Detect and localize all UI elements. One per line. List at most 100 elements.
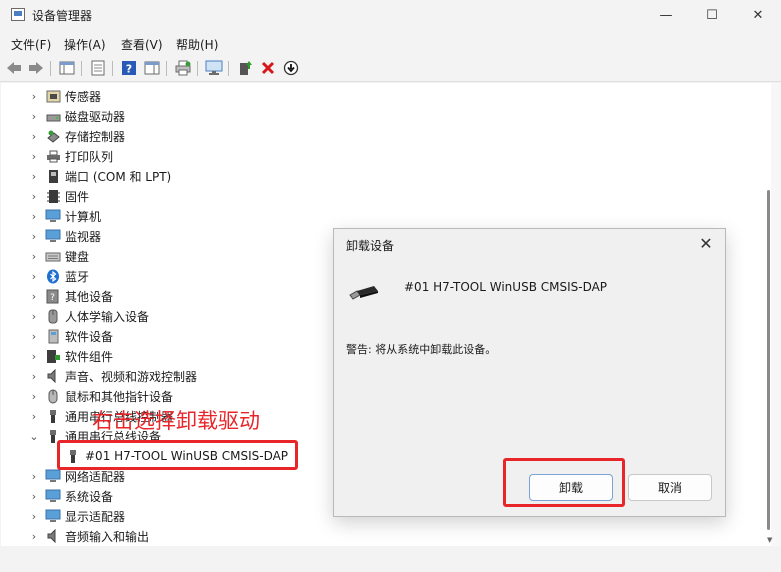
chevron-right-icon[interactable]: › (29, 290, 39, 303)
tree-item-label: 端口 (COM 和 LPT) (65, 169, 172, 184)
chevron-right-icon[interactable]: › (29, 190, 39, 203)
chevron-right-icon[interactable]: › (29, 130, 39, 143)
tree-item-label: 固件 (65, 189, 90, 204)
usb-icon (45, 409, 61, 423)
title-bar: 设备管理器 — ☐ ✕ (0, 0, 781, 30)
toolbar: ? (0, 55, 781, 82)
bluetooth-icon (45, 269, 61, 283)
system-device-icon (45, 489, 61, 503)
update-driver-icon[interactable] (236, 59, 254, 77)
chevron-right-icon[interactable]: › (29, 470, 39, 483)
uninstall-device-icon[interactable] (259, 59, 277, 77)
tree-item-label: 人体学输入设备 (65, 309, 150, 324)
chevron-right-icon[interactable]: › (29, 270, 39, 283)
tree-item-storage-controllers[interactable]: › 存储控制器 (1, 126, 761, 146)
chevron-right-icon[interactable]: › (29, 210, 39, 223)
tree-item-sensors[interactable]: › 传感器 (1, 86, 761, 106)
dialog-title: 卸载设备 (346, 239, 395, 253)
sensor-icon (45, 89, 61, 103)
tree-item-label: 计算机 (65, 209, 102, 224)
tree-scrollbar-track[interactable] (771, 83, 781, 546)
display-adapter-icon (45, 509, 61, 523)
action-pane-icon[interactable] (143, 59, 161, 77)
chevron-right-icon[interactable]: › (29, 170, 39, 183)
tree-item-label: 声音、视频和游戏控制器 (65, 369, 198, 384)
back-arrow-icon[interactable] (5, 59, 23, 77)
print-icon[interactable] (174, 59, 192, 77)
tree-item-disk-drives[interactable]: › 磁盘驱动器 (1, 106, 761, 126)
monitor-icon (45, 229, 61, 243)
network-adapter-icon (45, 469, 61, 483)
tree-item-label: 其他设备 (65, 289, 114, 304)
audio-io-icon (45, 529, 61, 543)
tree-item-label: 鼠标和其他指针设备 (65, 389, 174, 404)
annotation-text: 右击选择卸载驱动 (92, 409, 260, 433)
dialog-warning-text: 警告: 将从系统中卸载此设备。 (346, 343, 497, 356)
tree-item-label: 音频输入和输出 (65, 529, 150, 544)
chevron-right-icon[interactable]: › (29, 150, 39, 163)
show-hide-console-tree-icon[interactable] (58, 59, 76, 77)
chevron-right-icon[interactable]: › (29, 390, 39, 403)
tree-item-label: 存储控制器 (65, 129, 126, 144)
toolbar-separator (228, 61, 229, 76)
tree-item-label: 显示适配器 (65, 509, 126, 524)
tree-item-label: 磁盘驱动器 (65, 109, 126, 124)
disable-device-icon[interactable] (282, 59, 300, 77)
uninstall-button-highlight-box (503, 458, 625, 507)
minimize-button[interactable]: — (643, 0, 689, 30)
tree-item-firmware[interactable]: › 固件 (1, 186, 761, 206)
usb-plug-icon (348, 283, 380, 303)
chevron-right-icon[interactable]: › (29, 90, 39, 103)
chevron-right-icon[interactable]: › (29, 110, 39, 123)
chevron-right-icon[interactable]: › (29, 530, 39, 543)
device-highlight-box (57, 440, 298, 470)
toolbar-separator (50, 61, 51, 76)
menu-file[interactable]: 文件(F) (11, 36, 51, 53)
chevron-right-icon[interactable]: › (29, 370, 39, 383)
tree-item-audio-io[interactable]: › 音频输入和输出 (1, 526, 761, 546)
svg-text:?: ? (50, 293, 55, 303)
chevron-right-icon[interactable]: › (29, 310, 39, 323)
chevron-right-icon[interactable]: › (29, 250, 39, 263)
dialog-close-button[interactable]: ✕ (695, 232, 717, 254)
chevron-right-icon[interactable]: › (29, 410, 39, 423)
menu-help[interactable]: 帮助(H) (176, 36, 218, 53)
close-button[interactable]: ✕ (735, 0, 781, 30)
tree-item-label: 网络适配器 (65, 469, 126, 484)
chevron-right-icon[interactable]: › (29, 330, 39, 343)
toolbar-separator (81, 61, 82, 76)
tree-item-print-queues[interactable]: › 打印队列 (1, 146, 761, 166)
keyboard-icon (45, 249, 61, 263)
menu-view[interactable]: 查看(V) (121, 36, 163, 53)
hid-icon (45, 309, 61, 323)
tree-item-label: 监视器 (65, 229, 102, 244)
port-icon (45, 169, 61, 183)
dialog-device-name: #01 H7-TOOL WinUSB CMSIS-DAP (404, 280, 608, 294)
toolbar-separator (197, 61, 198, 76)
tree-item-label: 软件组件 (65, 349, 114, 364)
tree-item-label: 打印队列 (65, 149, 114, 164)
chevron-right-icon[interactable]: › (29, 350, 39, 363)
status-bar (0, 546, 781, 572)
software-component-icon (45, 349, 61, 363)
chevron-right-icon[interactable]: › (29, 230, 39, 243)
svg-text:?: ? (126, 63, 132, 76)
cancel-button[interactable]: 取消 (628, 474, 712, 501)
help-icon[interactable]: ? (120, 59, 138, 77)
maximize-button[interactable]: ☐ (689, 0, 735, 30)
storage-controller-icon (45, 129, 61, 143)
menu-action[interactable]: 操作(A) (64, 36, 106, 53)
other-devices-icon: ? (45, 289, 61, 303)
chevron-right-icon[interactable]: › (29, 490, 39, 503)
tree-item-ports[interactable]: › 端口 (COM 和 LPT) (1, 166, 761, 186)
scroll-down-arrow-icon[interactable]: ▼ (767, 536, 772, 544)
tree-scrollbar-thumb[interactable] (767, 190, 770, 530)
properties-sheet-icon[interactable] (89, 59, 107, 77)
tree-item-computer[interactable]: › 计算机 (1, 206, 761, 226)
scan-hardware-changes-icon[interactable] (205, 59, 223, 77)
tree-item-label: 系统设备 (65, 489, 114, 504)
tree-item-label: 蓝牙 (65, 269, 90, 284)
forward-arrow-icon[interactable] (27, 59, 45, 77)
chevron-right-icon[interactable]: › (29, 510, 39, 523)
chevron-down-icon[interactable]: ⌄ (29, 430, 39, 443)
